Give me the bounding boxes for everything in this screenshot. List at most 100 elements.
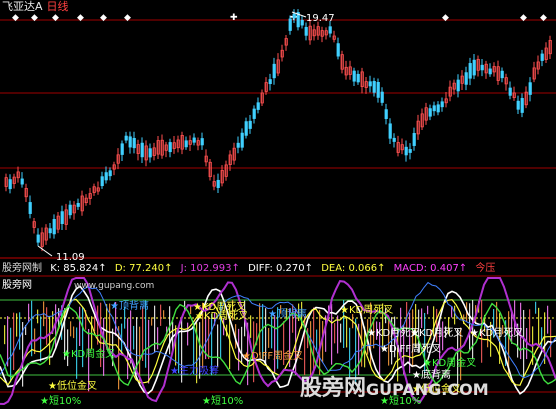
histogram-bar [319, 309, 321, 375]
histogram-bar [427, 305, 429, 315]
candle-body [68, 204, 72, 216]
histogram-bar [547, 305, 549, 334]
signal-marker-icon: ◆ [520, 13, 527, 23]
candle-body [148, 148, 152, 158]
timeframe-label[interactable]: 日线 [47, 0, 69, 13]
candle-body [404, 146, 408, 156]
low-price-label: 11.09 [56, 252, 85, 263]
candle-body [132, 137, 136, 149]
candle-body [272, 63, 276, 79]
histogram-bar [421, 308, 423, 329]
histogram-bar [340, 323, 342, 343]
candle-body [480, 64, 484, 71]
histogram-bar [154, 305, 156, 352]
candle-body [304, 26, 308, 36]
watermark-main: 股旁网 [300, 376, 367, 401]
signal-marker-icon: ◆ [100, 13, 107, 23]
histogram-bar [346, 317, 348, 348]
histogram-bar [133, 325, 135, 350]
j-value: J: 102.993↑ [180, 263, 240, 274]
high-price-label: 19.47 [306, 13, 335, 24]
histogram-bar [73, 326, 75, 339]
histogram-bar [274, 315, 276, 373]
chart-canvas[interactable]: ◆◆◆◆◆◆✚✚◆◆◆ 19.47 11.09 [0, 0, 556, 409]
histogram-bar [148, 319, 150, 384]
signal-marker-icon: ◆ [77, 13, 84, 23]
histogram-bar [160, 304, 162, 326]
candle-body [288, 18, 292, 31]
histogram-bar [70, 321, 72, 337]
candle-body [292, 13, 296, 19]
candle-body [52, 218, 56, 235]
candle-body [456, 79, 460, 92]
signal-label: ★DIFF周金叉 [242, 351, 304, 362]
site-label: 股旁网 [2, 280, 32, 291]
candle-body [392, 137, 396, 142]
histogram-bar [46, 307, 48, 345]
signal-label: ★KD月死叉 [410, 328, 464, 339]
histogram-bar [415, 304, 417, 348]
histogram-bar [316, 329, 318, 351]
histogram-bar [406, 301, 408, 328]
histogram-bar [40, 316, 42, 362]
candle-body [408, 149, 412, 153]
candle-body [488, 68, 492, 75]
signal-label: ★KD周死叉 [340, 305, 394, 316]
histogram-bar [454, 305, 456, 325]
candle-body [520, 98, 524, 113]
candle-body [428, 108, 432, 117]
signal-marker-icon: ◆ [442, 13, 449, 23]
histogram-bar [259, 303, 261, 356]
candle-body [268, 79, 272, 85]
histogram-bar [106, 304, 108, 349]
candle-body [528, 82, 532, 95]
signal-marker-icon: ◆ [540, 13, 547, 23]
chart-title: 飞亚达A 日线 [2, 1, 69, 13]
d-value: D: 77.240↑ [114, 263, 173, 274]
candle-body [252, 108, 256, 119]
histogram-bar [268, 328, 270, 348]
candle-body [540, 53, 544, 61]
histogram-bar [10, 327, 12, 383]
histogram-bar [37, 309, 39, 324]
candle-body [516, 100, 520, 110]
diff-value: DIFF: 0.270↑ [248, 263, 314, 274]
candlesticks [4, 9, 552, 252]
histogram-bar [16, 313, 18, 337]
signal-label: ★低位金叉 [48, 381, 97, 392]
signal-label: ★主力吸筹 [170, 366, 219, 377]
indicator-name[interactable]: 股旁网制 [2, 263, 42, 274]
indicator-values-bar: 股旁网制 K: 85.824↑ D: 77.240↑ J: 102.993↑ D… [2, 263, 500, 275]
histogram-bar [388, 318, 390, 366]
histogram-bar [13, 312, 15, 371]
stock-name: 飞亚达A [2, 0, 43, 13]
histogram-bar [250, 315, 252, 338]
candle-body [372, 81, 376, 93]
histogram-bar [175, 325, 177, 366]
candle-body [376, 81, 380, 98]
candle-body [368, 81, 372, 87]
watermark-logo: 股旁网GUPANG.COM [300, 370, 489, 402]
k-value: K: 85.824↑ [50, 263, 107, 274]
signal-label: ★短10% [40, 396, 82, 407]
histogram-bar [334, 323, 336, 344]
candle-body [120, 143, 124, 155]
histogram-bar [31, 300, 33, 357]
macd-value: MACD: 0.407↑ [393, 263, 468, 274]
histogram-bar [157, 327, 159, 350]
candle-body [436, 104, 440, 113]
signal-label: ★顶背离 [268, 309, 307, 320]
dea-value: DEA: 0.066↑ [321, 263, 386, 274]
signal-marker-icon: ◆ [124, 13, 131, 23]
signal-label: ★短10% [202, 396, 244, 407]
histogram-bar [550, 319, 552, 358]
candle-body [184, 140, 188, 148]
signal-marker-icon: ✚ [230, 13, 238, 23]
histogram-bar [538, 307, 540, 347]
candle-body [388, 123, 392, 139]
signal-marker-icon: ◆ [31, 13, 38, 23]
signal-marker-icon: ◆ [52, 13, 59, 23]
site-url[interactable]: www.gupang.com [74, 280, 154, 292]
signal-markers: ◆◆◆◆◆◆✚✚◆◆◆ [12, 13, 547, 23]
candle-body [464, 72, 468, 85]
